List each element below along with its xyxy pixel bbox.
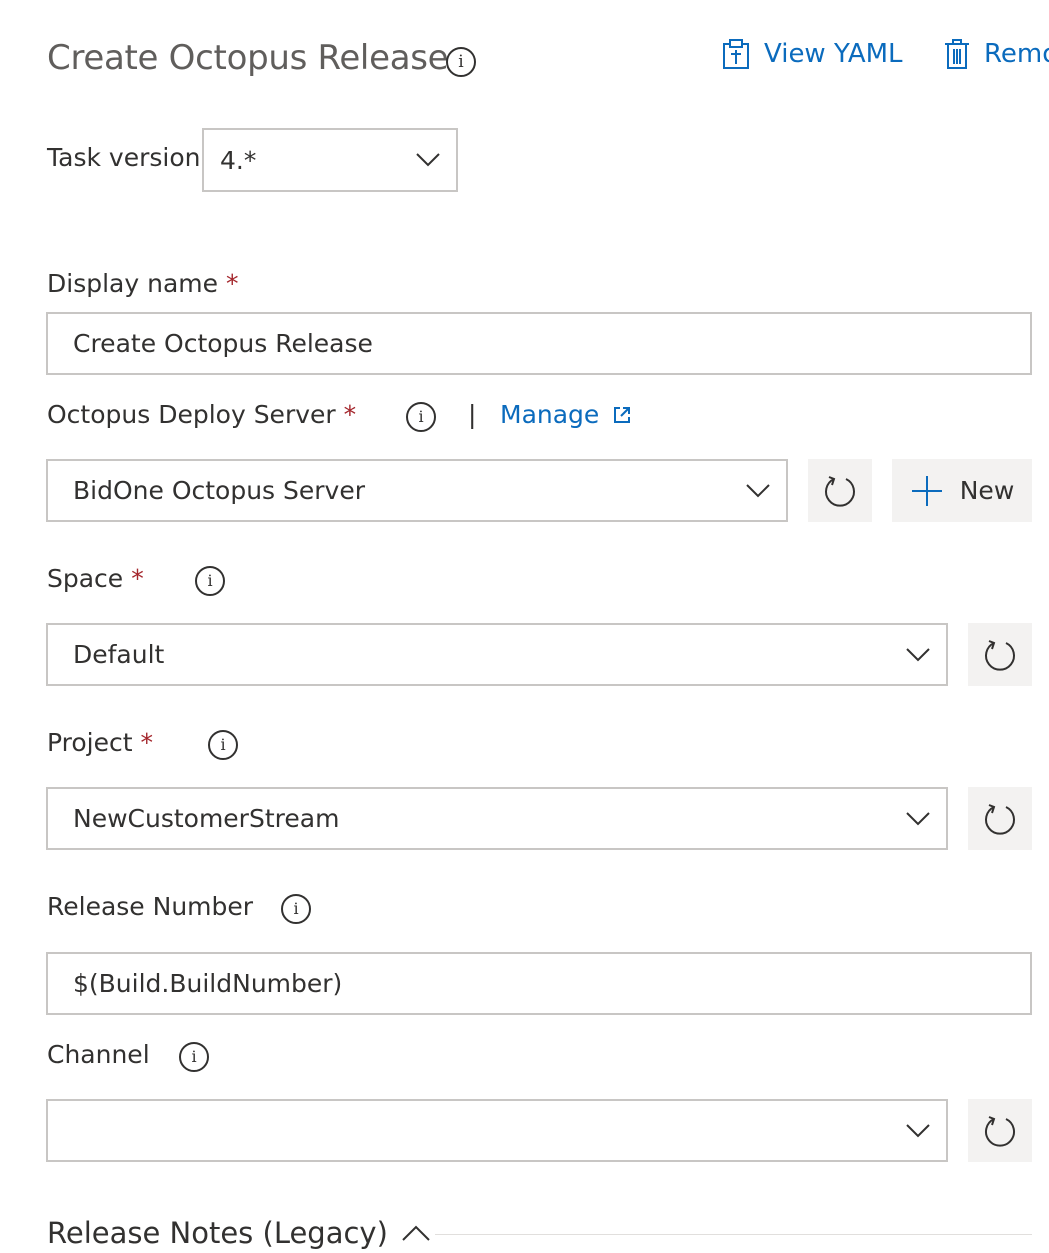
task-version-select[interactable]: 4.* bbox=[202, 128, 458, 192]
channel-label: Channel bbox=[47, 1040, 150, 1069]
chevron-down-icon bbox=[416, 153, 440, 167]
space-refresh-button[interactable] bbox=[968, 623, 1032, 686]
info-icon[interactable]: i bbox=[208, 730, 238, 760]
channel-refresh-button[interactable] bbox=[968, 1099, 1032, 1162]
section-divider bbox=[435, 1234, 1032, 1235]
project-select[interactable]: NewCustomerStream bbox=[46, 787, 948, 850]
space-label-text: Space bbox=[47, 564, 124, 593]
new-connection-button[interactable]: New bbox=[892, 459, 1032, 522]
display-name-label-text: Display name bbox=[47, 269, 218, 298]
project-label-text: Project bbox=[47, 728, 133, 757]
chevron-down-icon bbox=[906, 647, 930, 661]
info-icon[interactable]: i bbox=[446, 47, 476, 77]
server-value: BidOne Octopus Server bbox=[73, 476, 366, 505]
task-version-value: 4.* bbox=[220, 145, 257, 175]
external-link-icon bbox=[614, 406, 631, 423]
required-mark: * bbox=[343, 400, 357, 429]
required-mark: * bbox=[131, 564, 144, 593]
chevron-down-icon bbox=[906, 1123, 930, 1137]
refresh-icon bbox=[985, 1115, 1015, 1147]
release-number-label: Release Number bbox=[47, 892, 254, 921]
space-select[interactable]: Default bbox=[46, 623, 948, 686]
remove-label: Remove bbox=[984, 39, 1049, 69]
release-number-input[interactable]: $(Build.BuildNumber) bbox=[46, 952, 1032, 1015]
task-version-label: Task version bbox=[47, 143, 201, 172]
refresh-icon bbox=[985, 803, 1015, 835]
display-name-value: Create Octopus Release bbox=[73, 329, 373, 358]
manage-link[interactable]: Manage bbox=[500, 400, 631, 429]
chevron-up-icon bbox=[402, 1225, 430, 1241]
info-icon[interactable]: i bbox=[179, 1042, 209, 1072]
space-value: Default bbox=[73, 640, 165, 669]
project-refresh-button[interactable] bbox=[968, 787, 1032, 850]
release-notes-label: Release Notes (Legacy) bbox=[47, 1216, 388, 1250]
info-icon[interactable]: i bbox=[281, 894, 311, 924]
info-icon[interactable]: i bbox=[406, 402, 436, 432]
display-name-input[interactable]: Create Octopus Release bbox=[46, 312, 1032, 375]
clipboard-icon bbox=[723, 39, 749, 69]
server-label: Octopus Deploy Server * bbox=[47, 400, 356, 429]
page-title: Create Octopus Release bbox=[47, 38, 449, 78]
space-label: Space * bbox=[47, 564, 144, 593]
release-number-value: $(Build.BuildNumber) bbox=[73, 969, 343, 998]
new-label: New bbox=[959, 476, 1015, 505]
refresh-icon bbox=[985, 639, 1015, 671]
plus-icon bbox=[911, 475, 942, 506]
release-notes-section-toggle[interactable]: Release Notes (Legacy) bbox=[47, 1216, 430, 1250]
remove-button[interactable]: Remove bbox=[944, 38, 1049, 70]
server-label-text: Octopus Deploy Server bbox=[47, 400, 336, 429]
refresh-icon bbox=[825, 475, 855, 507]
required-mark: * bbox=[226, 269, 239, 298]
chevron-down-icon bbox=[746, 483, 770, 497]
server-refresh-button[interactable] bbox=[808, 459, 872, 522]
page-title-text: Create Octopus Release bbox=[47, 38, 449, 78]
manage-label: Manage bbox=[500, 400, 600, 429]
view-yaml-button[interactable]: View YAML bbox=[722, 38, 903, 70]
display-name-label: Display name * bbox=[47, 269, 239, 298]
required-mark: * bbox=[140, 728, 154, 757]
channel-select[interactable] bbox=[46, 1099, 948, 1162]
server-select[interactable]: BidOne Octopus Server bbox=[46, 459, 788, 522]
trash-icon bbox=[945, 39, 969, 69]
project-label: Project * bbox=[47, 728, 153, 757]
project-value: NewCustomerStream bbox=[73, 804, 340, 833]
info-icon[interactable]: i bbox=[195, 566, 225, 596]
separator: | bbox=[468, 400, 477, 429]
view-yaml-label: View YAML bbox=[764, 39, 903, 69]
chevron-down-icon bbox=[906, 811, 930, 825]
